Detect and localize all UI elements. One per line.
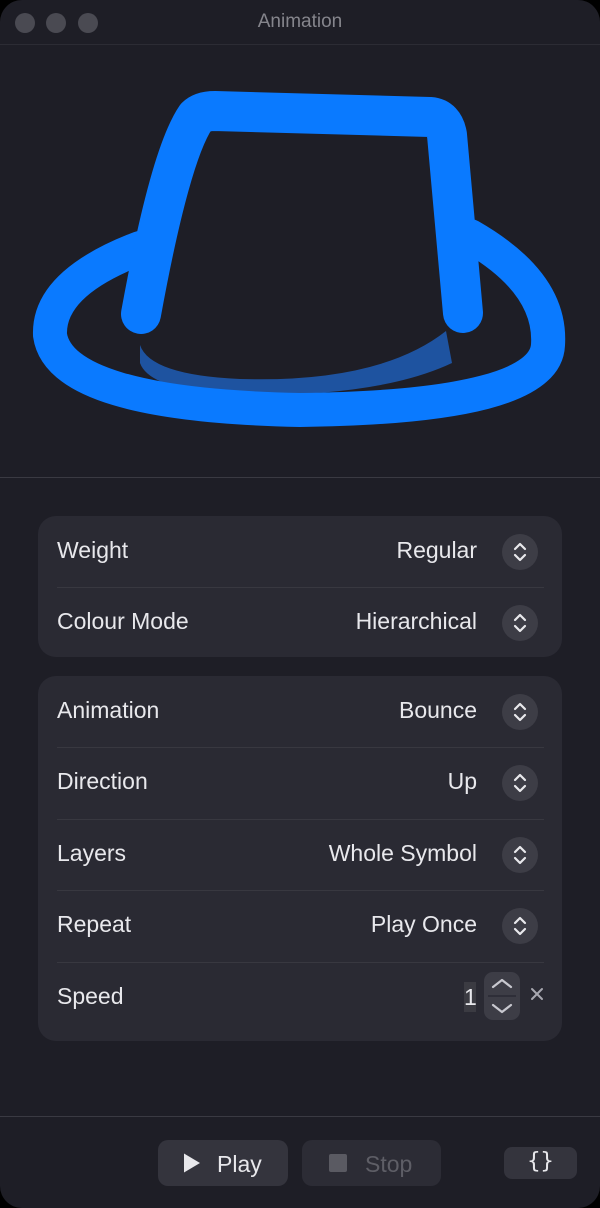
- colour-mode-value[interactable]: Hierarchical: [356, 608, 477, 635]
- play-icon: [184, 1153, 200, 1173]
- multiply-icon: [531, 988, 543, 1000]
- animation-row[interactable]: Animation Bounce: [38, 676, 562, 747]
- play-label: Play: [217, 1151, 262, 1177]
- direction-value[interactable]: Up: [448, 768, 477, 795]
- weight-popup-button[interactable]: [502, 534, 538, 570]
- weight-row[interactable]: Weight Regular: [38, 516, 562, 587]
- speed-label: Speed: [57, 983, 124, 1009]
- direction-row[interactable]: Direction Up: [38, 747, 562, 818]
- speed-input[interactable]: 1: [464, 982, 477, 1012]
- repeat-row[interactable]: Repeat Play Once: [38, 890, 562, 961]
- title-bar: Animation: [0, 0, 600, 45]
- chevron-up-down-icon: [513, 702, 527, 722]
- animation-settings-group: Animation Bounce Direction Up Layers Who…: [38, 676, 562, 1041]
- preview-divider: [0, 477, 600, 478]
- colour-mode-popup-button[interactable]: [502, 605, 538, 641]
- weight-value[interactable]: Regular: [396, 537, 477, 564]
- direction-popup-button[interactable]: [502, 765, 538, 801]
- layers-label: Layers: [57, 840, 127, 866]
- animation-value[interactable]: Bounce: [399, 697, 477, 724]
- animation-popup-button[interactable]: [502, 694, 538, 730]
- repeat-value[interactable]: Play Once: [371, 911, 477, 938]
- chevron-up-down-icon: [513, 773, 527, 793]
- chevron-up-down-icon: [513, 916, 527, 936]
- appearance-settings-group: Weight Regular Colour Mode Hierarchical: [38, 516, 562, 657]
- app-window: Animation Weight Regular Colour Mode Hie: [0, 0, 600, 1208]
- code-button[interactable]: {}: [504, 1147, 577, 1179]
- increment-arrow[interactable]: [491, 978, 513, 989]
- repeat-popup-button[interactable]: [502, 908, 538, 944]
- weight-label: Weight: [57, 537, 129, 563]
- decrement-arrow[interactable]: [491, 1003, 513, 1014]
- hat-crown: [121, 91, 483, 334]
- chevron-up-down-icon: [513, 845, 527, 865]
- speed-stepper[interactable]: [484, 972, 520, 1020]
- layers-row[interactable]: Layers Whole Symbol: [38, 819, 562, 890]
- colour-mode-label: Colour Mode: [57, 608, 189, 634]
- braces-icon: {}: [527, 1149, 554, 1174]
- direction-label: Direction: [57, 768, 148, 794]
- stop-label: Stop: [365, 1151, 413, 1177]
- footer-divider: [0, 1116, 600, 1117]
- window-title: Animation: [257, 11, 343, 32]
- stepper-arrows-icon: [488, 978, 516, 1014]
- hat-icon: [33, 91, 566, 428]
- animation-label: Animation: [57, 697, 160, 723]
- symbol-preview: [0, 45, 600, 477]
- chevron-up-down-icon: [513, 613, 527, 633]
- colour-mode-row[interactable]: Colour Mode Hierarchical: [38, 587, 562, 658]
- repeat-label: Repeat: [57, 911, 132, 937]
- layers-popup-button[interactable]: [502, 837, 538, 873]
- speed-row: Speed 1: [38, 962, 562, 1033]
- layers-value[interactable]: Whole Symbol: [329, 840, 477, 867]
- stop-icon: [329, 1154, 347, 1172]
- play-button[interactable]: Play: [158, 1140, 288, 1186]
- stop-button[interactable]: Stop: [302, 1140, 441, 1186]
- chevron-up-down-icon: [513, 542, 527, 562]
